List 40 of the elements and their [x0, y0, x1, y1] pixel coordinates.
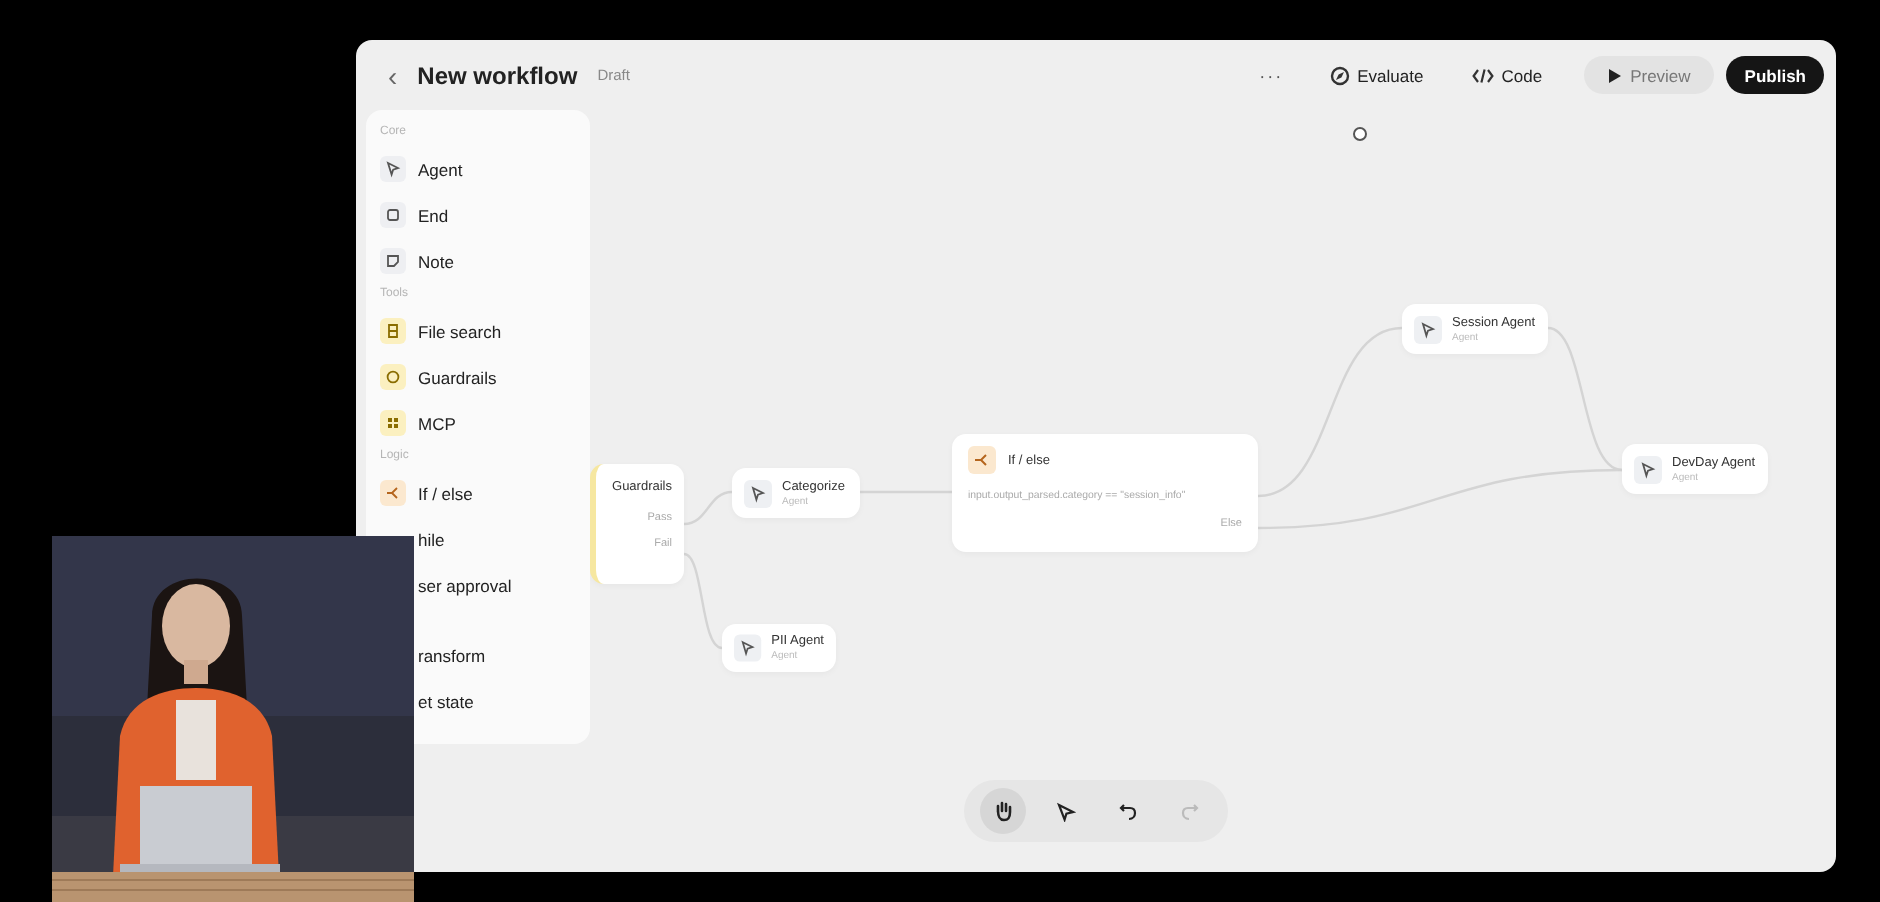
code-icon	[1471, 67, 1494, 83]
connector-line	[683, 552, 723, 650]
palette-item[interactable]: File search	[418, 321, 502, 341]
compass-icon	[1329, 65, 1350, 85]
palette-item[interactable]: End	[418, 205, 449, 225]
palette-item[interactable]: MCP	[418, 413, 456, 433]
more-button[interactable]: ···	[1259, 65, 1284, 85]
pointer-icon	[734, 634, 762, 662]
palette-item[interactable]: Agent	[418, 159, 463, 179]
hand-icon	[993, 800, 1013, 822]
pointer-icon	[1055, 801, 1075, 821]
palette-item[interactable]: Note	[418, 251, 454, 271]
hand-tool-button[interactable]	[980, 788, 1026, 834]
branch-icon	[380, 480, 406, 506]
code-button[interactable]: Code	[1453, 56, 1561, 94]
evaluate-button[interactable]: Evaluate	[1311, 56, 1442, 94]
file-icon	[380, 318, 406, 344]
note-icon	[380, 248, 406, 274]
shield-icon	[380, 364, 406, 390]
square-icon	[380, 202, 406, 228]
palette-item[interactable]: Guardrails	[418, 367, 497, 387]
publish-button[interactable]: Publish	[1726, 56, 1824, 94]
play-icon	[1608, 67, 1623, 83]
cursor-icon	[1352, 126, 1368, 142]
branch-icon	[968, 446, 996, 474]
undo-icon	[1117, 801, 1137, 821]
palette-item[interactable]: hile	[418, 529, 445, 549]
palette-item[interactable]: et state	[418, 691, 474, 711]
palette-item[interactable]: If / else	[418, 483, 473, 503]
palette-item[interactable]: ser approval	[418, 575, 512, 595]
redo-icon	[1179, 801, 1199, 821]
back-button[interactable]: ‹	[380, 59, 406, 91]
palette-item[interactable]: ransform	[418, 645, 486, 665]
workflow-title: New workflow	[417, 61, 578, 89]
pointer-icon	[1634, 455, 1662, 483]
grid-icon	[380, 410, 406, 436]
pointer-icon	[744, 479, 772, 507]
pointer-icon	[1414, 315, 1442, 343]
pointer-icon	[380, 156, 406, 182]
connector-line	[683, 490, 733, 526]
